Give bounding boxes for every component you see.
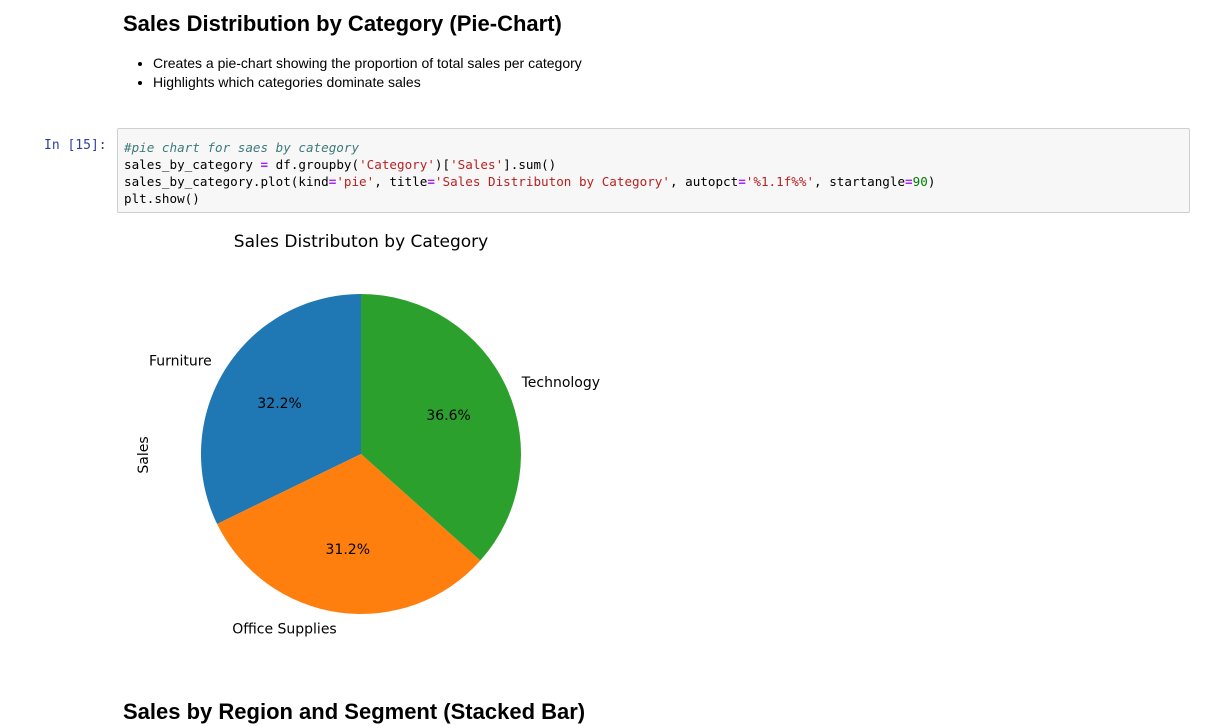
code-token: )	[927, 174, 936, 189]
code-token: , autopct	[669, 174, 739, 189]
code-token: df.groupby(	[268, 157, 360, 172]
code-token: 'Sales Distributon by Category'	[434, 174, 670, 189]
code-token: )[	[434, 157, 451, 172]
description-list: Creates a pie-chart showing the proporti…	[123, 54, 582, 92]
y-axis-label: Sales	[136, 436, 152, 473]
slice-category-label: Office Supplies	[232, 621, 337, 637]
code-token: =	[260, 157, 269, 172]
code-token: =	[905, 174, 913, 189]
code-token: =	[427, 174, 435, 189]
slice-category-label: Technology	[521, 375, 600, 391]
code-token: ].sum()	[503, 157, 557, 172]
cell-prompt: In [15]:	[44, 138, 107, 153]
code-token: , title	[374, 174, 428, 189]
code-line: plt.show()	[124, 190, 1183, 207]
code-line: sales_by_category = df.groupby('Category…	[124, 156, 1183, 173]
list-item: Highlights which categories dominate sal…	[153, 73, 582, 92]
code-line: #pie chart for saes by category	[124, 139, 1183, 156]
code-cell-editor[interactable]: #pie chart for saes by category sales_by_…	[117, 128, 1190, 213]
slice-percent-label: 36.6%	[426, 408, 470, 424]
code-token: #pie chart for saes by category	[124, 140, 360, 155]
code-token: 'Sales'	[450, 157, 504, 172]
code-token: 'Category'	[359, 157, 435, 172]
code-token: , startangle	[814, 174, 906, 189]
code-token: =	[738, 174, 746, 189]
code-token: 90	[912, 174, 928, 189]
slice-category-label: Furniture	[149, 354, 212, 370]
pie-chart: Sales Distributon by Category 32.2% Furni…	[136, 232, 600, 637]
next-section-heading: Sales by Region and Segment (Stacked Bar…	[123, 699, 586, 724]
code-token: '%1.1f%%'	[745, 174, 815, 189]
code-line: sales_by_category.plot(kind = 'pie', title…	[124, 173, 1183, 190]
cell-output: Sales Distributon by Category 32.2% Furni…	[123, 222, 633, 652]
code-token: sales_by_category	[124, 157, 261, 172]
chart-title: Sales Distributon by Category	[234, 232, 488, 252]
pie-slices	[200, 294, 521, 614]
section-heading: Sales Distribution by Category (Pie-Char…	[123, 11, 562, 36]
slice-percent-label: 32.2%	[257, 396, 301, 412]
code-token: plt.show()	[124, 191, 200, 206]
list-item: Creates a pie-chart showing the proporti…	[153, 54, 582, 73]
code-token: sales_by_category.plot(kind	[124, 174, 329, 189]
slice-percent-label: 31.2%	[326, 542, 370, 558]
code-token: 'pie'	[336, 174, 375, 189]
